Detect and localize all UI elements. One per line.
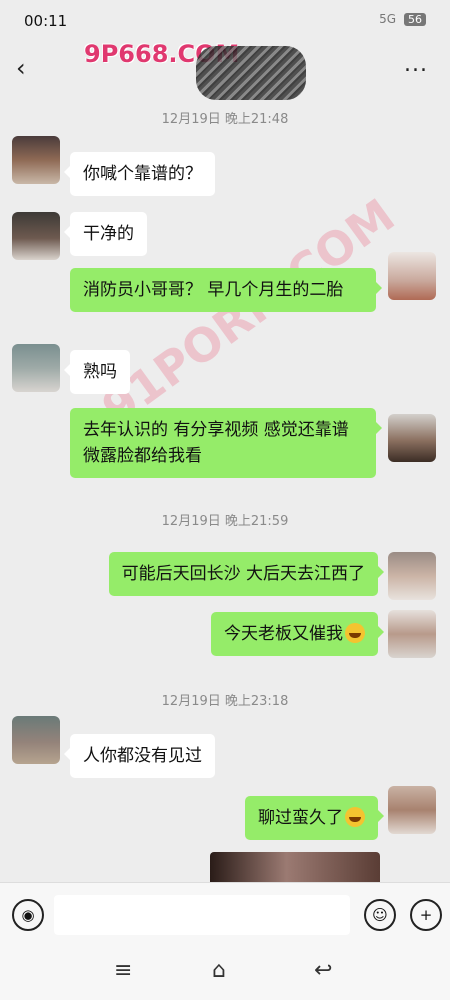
menu-icon[interactable]: ≡ [114, 958, 132, 983]
message-bubble: 消防员小哥哥？ 早几个月生的二胎 [70, 268, 382, 312]
avatar[interactable] [388, 786, 436, 834]
avatar[interactable] [12, 212, 60, 260]
avatar[interactable] [12, 716, 60, 764]
back-icon[interactable]: ‹ [16, 54, 36, 82]
avatar[interactable] [12, 136, 60, 184]
emoji-icon[interactable]: ☺ [364, 899, 396, 931]
message-bubble: 干净的 [64, 212, 147, 256]
more-icon[interactable]: ... [404, 52, 428, 77]
message-bubble: 熟吗 [64, 350, 130, 394]
message-text: 今天老板又催我 [224, 624, 343, 644]
home-icon[interactable]: ⌂ [212, 958, 226, 983]
message-bubble: 去年认识的 有分享视频 感觉还靠谱 微露脸都给我看 [70, 408, 382, 478]
avatar[interactable] [388, 414, 436, 462]
status-time: 00:11 [24, 12, 68, 30]
voice-icon[interactable]: ◉ [12, 899, 44, 931]
plus-icon[interactable]: + [410, 899, 442, 931]
message-list[interactable]: 91PORN.COM 12月19日 晚上21:48 你喊个靠谱的？ 干净的 消防… [0, 92, 450, 882]
status-indicators: 5G 56 [379, 12, 426, 26]
facepalm-emoji-icon [345, 807, 365, 827]
message-bubble: 人你都没有见过 [64, 734, 215, 778]
image-message[interactable] [210, 852, 380, 882]
message-bubble: 你喊个靠谱的？ [64, 152, 215, 196]
avatar[interactable] [12, 344, 60, 392]
facepalm-emoji-icon [345, 623, 365, 643]
avatar[interactable] [388, 252, 436, 300]
network-indicator: 5G [379, 12, 396, 26]
message-bubble: 聊过蛮久了 [245, 796, 384, 840]
system-nav-bar: ≡ ⌂ ↩ [0, 944, 450, 1000]
message-text: 聊过蛮久了 [258, 808, 343, 828]
message-bubble: 可能后天回长沙 大后天去江西了 [108, 552, 385, 596]
message-input[interactable] [54, 895, 350, 935]
timestamp: 12月19日 晚上21:59 [161, 514, 289, 529]
message-bubble: 今天老板又催我 [211, 612, 384, 656]
avatar[interactable] [388, 610, 436, 658]
battery-icon: 56 [404, 12, 426, 26]
avatar[interactable] [388, 552, 436, 600]
input-bar: ◉ ☺ + [0, 882, 450, 945]
back-nav-icon[interactable]: ↩ [314, 958, 332, 983]
timestamp: 12月19日 晚上23:18 [161, 694, 289, 709]
timestamp: 12月19日 晚上21:48 [161, 112, 289, 127]
